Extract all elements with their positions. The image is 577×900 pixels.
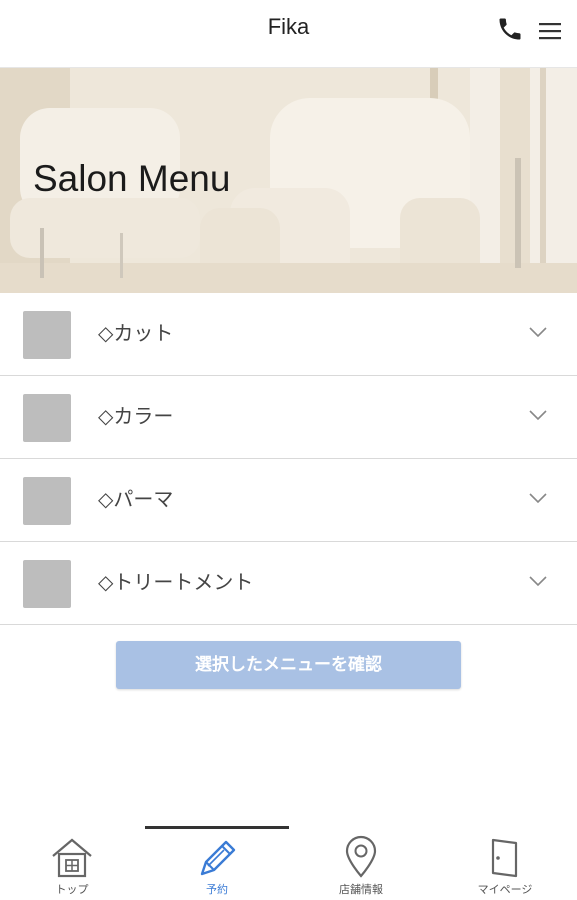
menu-item-label: ◇カラー <box>98 404 174 428</box>
menu-thumbnail <box>23 311 71 359</box>
menu-item-label: ◇トリートメント <box>98 570 254 594</box>
nav-tab-mypage[interactable]: マイページ <box>433 826 577 900</box>
nav-tab-label: 予約 <box>206 883 228 896</box>
pencil-icon <box>200 840 236 876</box>
chevron-down-icon <box>529 327 547 338</box>
menu-item-cut[interactable]: ◇カット <box>0 293 577 376</box>
app-title: Fika <box>267 14 310 39</box>
menu-item-color[interactable]: ◇カラー <box>0 376 577 459</box>
door-icon <box>491 838 518 878</box>
menu-item-perm[interactable]: ◇パーマ <box>0 459 577 542</box>
menu-thumbnail <box>23 477 71 525</box>
menu-item-treatment[interactable]: ◇トリートメント <box>0 542 577 625</box>
app-header: Fika <box>0 0 577 68</box>
chevron-down-icon <box>529 576 547 587</box>
home-icon <box>52 838 92 878</box>
nav-tab-store-info[interactable]: 店舗情報 <box>289 826 433 900</box>
nav-tab-reservation[interactable]: 予約 <box>145 826 289 900</box>
hero-banner: Salon Menu <box>0 68 577 293</box>
bottom-navigation: トップ 予約 店舗情報 マイページ <box>0 826 577 900</box>
menu-category-list: ◇カット ◇カラー ◇パーマ ◇トリートメント <box>0 293 577 625</box>
phone-icon[interactable] <box>496 15 524 43</box>
confirm-selected-menu-button[interactable]: 選択したメニューを確認 <box>116 641 461 689</box>
nav-tab-top[interactable]: トップ <box>0 826 144 900</box>
map-pin-icon <box>345 835 377 878</box>
menu-item-label: ◇パーマ <box>98 487 174 511</box>
nav-tab-label: トップ <box>55 883 89 896</box>
chevron-down-icon <box>529 493 547 504</box>
chevron-down-icon <box>529 410 547 421</box>
menu-thumbnail <box>23 560 71 608</box>
menu-item-label: ◇カット <box>98 321 174 345</box>
nav-tab-label: 店舗情報 <box>339 883 383 896</box>
menu-thumbnail <box>23 394 71 442</box>
nav-tab-label: マイページ <box>477 883 533 896</box>
page-title: Salon Menu <box>33 158 231 199</box>
hamburger-menu-icon[interactable] <box>537 18 563 44</box>
